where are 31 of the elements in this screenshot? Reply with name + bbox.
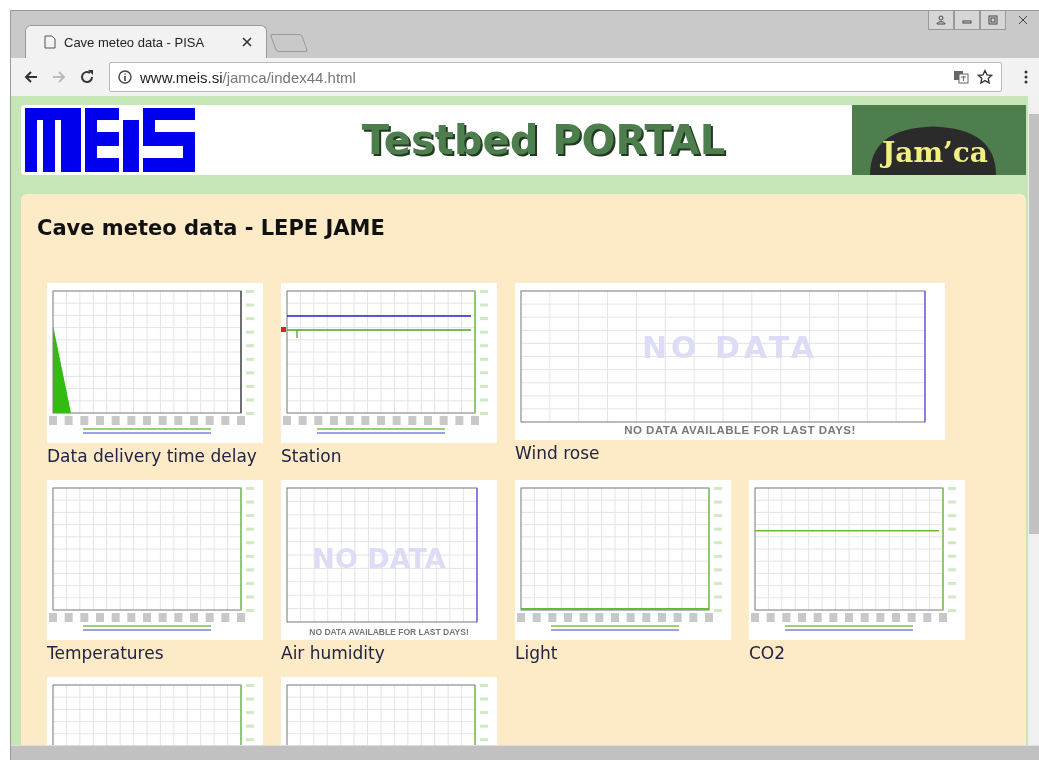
- chart-caption: Station: [281, 446, 343, 466]
- chart-caption: Light: [515, 643, 559, 663]
- portal-title: Testbed PORTAL: [360, 117, 727, 163]
- axis-line: [474, 684, 476, 745]
- logo-text: Jam’ca: [882, 136, 988, 169]
- scrollbar[interactable]: [1028, 96, 1039, 745]
- axis-line: [240, 684, 242, 745]
- chart-caption: Air humidity: [281, 643, 386, 663]
- star-icon[interactable]: [977, 69, 993, 85]
- scrollbar[interactable]: [11, 745, 1039, 760]
- tick-marks: [480, 684, 488, 742]
- address-bar[interactable]: www.meis.si/jamca/index44.html: [109, 62, 1002, 92]
- no-data-notice: NO DATA AVAILABLE FOR LAST DAYS!: [308, 627, 470, 637]
- browser-tab[interactable]: Cave meteo data - PISA: [25, 25, 267, 58]
- info-icon[interactable]: [118, 70, 132, 84]
- back-icon[interactable]: [23, 69, 39, 85]
- tick-marks: [246, 684, 254, 742]
- page-heading: Cave meteo data - LEPE JAME: [37, 216, 386, 240]
- chart-caption: Wind rose: [515, 443, 601, 463]
- marker: [281, 327, 286, 332]
- chart-caption: Data delivery time delay: [47, 446, 258, 466]
- translate-icon[interactable]: [953, 69, 969, 85]
- url-text: www.meis.si/jamca/index44.html: [140, 68, 356, 86]
- user-icon[interactable]: [928, 11, 954, 30]
- chart-caption: CO2: [749, 643, 787, 663]
- page-icon: [44, 35, 56, 49]
- close-icon[interactable]: [242, 37, 252, 47]
- chart-caption: Temperatures: [47, 643, 165, 663]
- reload-icon[interactable]: [79, 69, 95, 85]
- menu-icon[interactable]: [1024, 69, 1028, 85]
- no-data-notice: NO DATA AVAILABLE FOR LAST DAYS!: [623, 424, 857, 437]
